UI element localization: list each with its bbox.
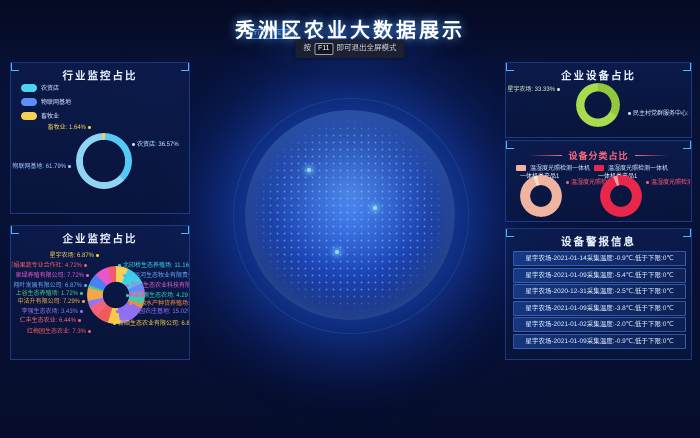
label-dot [86, 274, 89, 277]
legend-label: 温湿度光照检测一体机 [530, 163, 590, 172]
label-dot [80, 292, 83, 295]
label-dot [84, 264, 87, 267]
dashboard: TIANZHENT 秀洲区农业大数据展示 按F11即可退出全屏模式 行业监控占比… [0, 0, 700, 438]
pie-label: 成琴花园农庄基地: 15.02% [114, 308, 190, 316]
pie-label: 中法升有限公司: 7.29% [18, 298, 87, 306]
industry-monitor-panel: 行业监控占比 农资店 物联网基地 畜牧业 畜牧业: 1.64% 农资店: 36.… [10, 62, 190, 214]
globe-location-marker [373, 206, 377, 210]
pie-label: 畜牧业: 1.64% [48, 124, 93, 132]
pie-label: 彩娟果蔬专业合作社: 4.72% [10, 262, 89, 270]
panel-title: 设备警报信息 [506, 234, 691, 249]
alarm-row: 星宇农场-2021-01-02采集温度:-2.0℃,低于下限:0℃ [513, 317, 686, 332]
legend-item[interactable]: 农资店 [21, 83, 59, 92]
legend-item[interactable]: 温湿度光照检测一体机 [594, 163, 668, 172]
panel-title: 设备分类占比 [506, 149, 691, 162]
pie-label: 北印桥生态养殖场: 11.16% [116, 262, 190, 270]
legend-swatch [594, 165, 604, 171]
legend-item[interactable]: 温湿度光照检测一体机 [516, 163, 590, 172]
panel-title: 企业监控占比 [11, 231, 189, 246]
hint-suffix: 即可退出全屏模式 [337, 43, 397, 52]
label-dot [557, 88, 560, 91]
label-dot [566, 181, 569, 184]
panel-title: 行业监控占比 [11, 68, 189, 83]
device-class-panel: 设备分类占比 温湿度光照检测一体机 一体机类产品1 温湿度光照检测一 温湿度光照… [505, 140, 692, 222]
class-donut-left[interactable] [520, 175, 562, 217]
label-dot [82, 300, 85, 303]
class-donut-right[interactable] [600, 175, 642, 217]
pie-label: 民主村党群服务中心: [626, 110, 689, 118]
f11-key: F11 [314, 43, 334, 55]
label-dot [646, 181, 649, 184]
label-dot [123, 274, 126, 277]
pie-label: 仁丰生态农业: 6.44% [20, 317, 83, 325]
pie-label: 物联网基地: 61.79% [12, 163, 73, 171]
label-dot [113, 322, 116, 325]
industry-donut-chart[interactable] [76, 133, 132, 189]
label-dot [84, 284, 87, 287]
legend-label: 物联网基地 [41, 97, 71, 106]
pie-label: 翔叶发展有限公司: 6.87% [14, 282, 89, 290]
title-decoration-line [635, 155, 669, 156]
label-dot [116, 310, 119, 313]
label-dot [132, 143, 135, 146]
hint-prefix: 按 [303, 43, 311, 52]
legend-label: 温湿度光照检测一体机 [608, 163, 668, 172]
globe [245, 110, 455, 320]
label-dot [118, 264, 121, 267]
pie-label: 家绿养殖有限公司: 7.72% [16, 272, 91, 280]
device-donut-chart[interactable] [576, 83, 620, 127]
legend-label: 畜牧业 [41, 111, 59, 120]
pie-label: 农资店: 36.57% [130, 141, 179, 149]
globe-location-marker [307, 168, 311, 172]
fullscreen-hint: 按F11即可退出全屏模式 [295, 40, 404, 58]
pie-label: 李强生态农场: 3.43% [22, 308, 85, 316]
label-dot [88, 330, 91, 333]
alarm-row: 星宇农场-2021-01-09采集温度:-0.9℃,低于下限:0℃ [513, 334, 686, 349]
label-dot [68, 165, 71, 168]
pie-label: 鸿基源生态农场: 4.29 [124, 292, 188, 300]
pie-label: 星宇农场: 33.33% [507, 86, 562, 94]
label-dot [129, 302, 132, 305]
alarm-row: 星宇农场-2021-01-09采集温度:-3.8℃,低于下限:0℃ [513, 301, 686, 316]
label-dot [88, 126, 91, 129]
enterprise-monitor-panel: 企业监控占比 星宇农场: 6.87% 彩娟果蔬专业合作社: 4.72% 家绿养殖… [10, 225, 190, 360]
label-dot [80, 310, 83, 313]
label-dot [126, 284, 129, 287]
legend-swatch [21, 84, 37, 92]
device-ratio-panel: 企业设备占比 星宇农场: 33.33% 民主村党群服务中心: [505, 62, 692, 138]
pie-label: 星宇农场: 6.87% [50, 252, 101, 260]
alarm-row: 星宇农场-2021-01-14采集温度:-0.9℃,低于下限:0℃ [513, 251, 686, 266]
label-dot [96, 254, 99, 257]
legend-label: 农资店 [41, 83, 59, 92]
legend-swatch [21, 112, 37, 120]
legend-swatch [21, 98, 37, 106]
alarm-info-panel: 设备警报信息 星宇农场-2021-01-14采集温度:-0.9℃,低于下限:0℃… [505, 228, 692, 360]
label-dot [78, 319, 81, 322]
alarm-row: 星宇农场-2021-01-09采集温度:-5.4℃,低于下限:0℃ [513, 268, 686, 283]
legend-item[interactable]: 物联网基地 [21, 97, 71, 106]
legend-swatch [516, 165, 526, 171]
pie-label: 上谷生态养殖场: 1.72% [16, 290, 85, 298]
pie-label: 大运河生态牧业有限责任公 [121, 272, 190, 280]
pie-label: 新硕生态农业有限公司: 6.879 [111, 320, 190, 328]
alarm-row: 星宇农场-2020-12-31采集温度:-2.5℃,低于下限:0℃ [513, 284, 686, 299]
pie-label: 陶门生态农业科技有限公 [124, 282, 190, 290]
globe-dot-map [253, 118, 447, 312]
page-title: 秀洲区农业大数据展示 [0, 14, 700, 43]
pie-label: 丰源水产种货养殖场: 1. [127, 300, 190, 308]
pie-label: 红梅园生态农业: 7.3% [27, 328, 93, 336]
label-dot [628, 112, 631, 115]
legend-item[interactable]: 畜牧业 [21, 111, 59, 120]
label-dot [126, 294, 129, 297]
pie-callout: 温湿度光照检测一 [644, 177, 690, 186]
globe-location-marker [335, 250, 339, 254]
title-decoration-line [528, 155, 562, 156]
panel-title: 企业设备占比 [506, 68, 691, 83]
